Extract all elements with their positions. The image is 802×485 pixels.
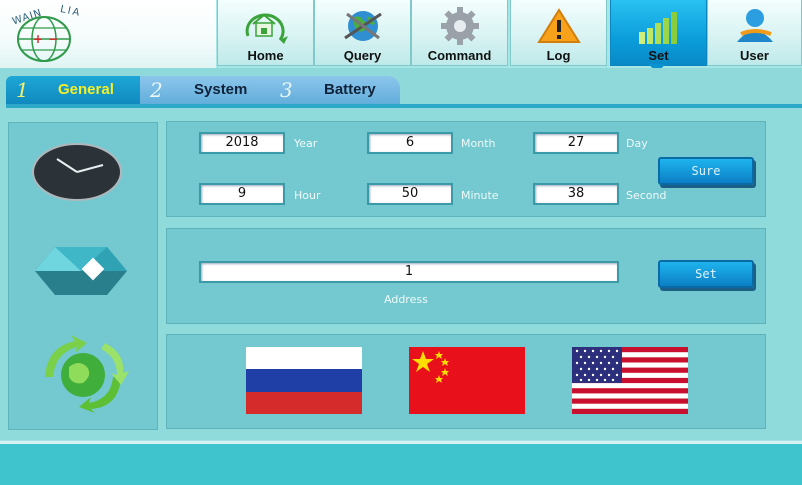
nav-home-button[interactable]: Home: [217, 0, 314, 66]
address-label: Address: [384, 293, 428, 306]
tab-general-label: General: [58, 81, 114, 98]
minute-field[interactable]: 50: [367, 183, 453, 205]
set-address-button[interactable]: Set: [658, 260, 754, 288]
app-window: + − WAIN LIA Home Query Command Log Set …: [0, 0, 802, 485]
tab-system-number: 2: [150, 78, 163, 102]
nav-log-label: Log: [546, 48, 571, 63]
clock-icon: [32, 143, 122, 201]
chinese-flag-icon[interactable]: [409, 347, 525, 414]
day-field[interactable]: 27: [533, 132, 619, 154]
nav-query-label: Query: [343, 48, 382, 63]
hour-field[interactable]: 9: [199, 183, 285, 205]
nav-command-label: Command: [427, 48, 492, 63]
tab-battery[interactable]: 3 Battery: [270, 76, 400, 104]
settings-bars-icon: [638, 12, 677, 44]
address-diamond-icon: [35, 247, 127, 295]
hour-label: Hour: [294, 189, 321, 202]
status-bar: [0, 441, 802, 485]
tab-system-label: System: [194, 81, 248, 98]
home-icon: [245, 13, 288, 44]
nav-command-button[interactable]: Command: [411, 0, 508, 66]
tab-general-number: 1: [16, 78, 29, 102]
language-recycle-globe-icon: [45, 335, 129, 413]
second-label: Second: [626, 189, 667, 202]
tab-general[interactable]: 1 General: [6, 76, 146, 104]
nav-home-label: Home: [247, 48, 284, 63]
nav-user-button[interactable]: User: [707, 0, 802, 66]
sure-button[interactable]: Sure: [658, 157, 754, 185]
month-field[interactable]: 6: [367, 132, 453, 154]
year-label: Year: [294, 137, 318, 150]
left-icon-panel: [8, 122, 158, 430]
svg-text:+: +: [33, 32, 43, 46]
tab-battery-label: Battery: [324, 81, 376, 98]
query-globe-icon: [343, 11, 382, 41]
nav-user-label: User: [740, 48, 769, 63]
second-field[interactable]: 38: [533, 183, 619, 205]
month-label: Month: [461, 137, 496, 150]
year-field[interactable]: 2018: [199, 132, 285, 154]
nav-set-label: Set: [648, 48, 669, 63]
address-field[interactable]: 1: [199, 261, 619, 283]
gear-icon: [440, 7, 479, 45]
usa-flag-icon[interactable]: [572, 347, 688, 414]
day-label: Day: [626, 137, 648, 150]
svg-text:−: −: [48, 32, 58, 46]
minute-label: Minute: [461, 189, 499, 202]
logo: + − WAIN LIA: [0, 0, 216, 68]
nav-set-button[interactable]: Set: [610, 0, 707, 66]
user-icon: [736, 9, 773, 42]
top-navigation: + − WAIN LIA Home Query Command Log Set …: [0, 0, 802, 72]
warning-icon: [536, 8, 581, 43]
tab-system[interactable]: 2 System: [140, 76, 270, 104]
tab-battery-number: 3: [280, 78, 293, 102]
russian-flag-icon[interactable]: [246, 347, 362, 414]
nav-query-button[interactable]: Query: [314, 0, 411, 66]
nav-log-button[interactable]: Log: [510, 0, 607, 66]
